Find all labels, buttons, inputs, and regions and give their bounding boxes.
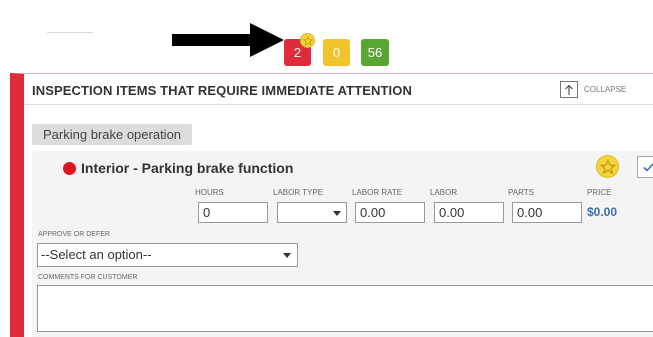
select-item-checkbox[interactable] — [637, 156, 653, 178]
item-title: Interior - Parking brake function — [81, 160, 294, 176]
warning-count-badge[interactable]: 0 — [323, 39, 350, 66]
labor-type-select[interactable] — [277, 202, 347, 223]
favorite-star-button[interactable] — [596, 155, 619, 178]
parts-label: PARTS — [508, 188, 534, 197]
approve-defer-value: --Select an option-- — [41, 247, 152, 262]
labor-type-label: LABOR TYPE — [273, 188, 324, 197]
chevron-down-icon — [333, 211, 341, 216]
collapse-button[interactable]: COLLAPSE — [560, 81, 626, 98]
price-label: PRICE — [587, 188, 612, 197]
price-value: $0.00 — [587, 205, 618, 219]
chevron-down-icon — [283, 253, 291, 258]
checkmark-icon — [642, 162, 653, 172]
approve-defer-select[interactable]: --Select an option-- — [37, 243, 298, 267]
labor-rate-input[interactable]: 0.00 — [355, 202, 425, 223]
group-label: Parking brake operation — [32, 124, 193, 145]
panel-title: INSPECTION ITEMS THAT REQUIRE IMMEDIATE … — [32, 83, 412, 98]
star-icon — [300, 33, 315, 48]
hours-input[interactable]: 0 — [198, 202, 268, 223]
annotation-arrow-icon — [172, 23, 284, 57]
labor-label: LABOR — [430, 188, 458, 197]
inspection-item-card: Interior - Parking brake function HOURS … — [32, 151, 653, 337]
comments-label: COMMENTS FOR CUSTOMER — [38, 274, 138, 281]
labor-input[interactable]: 0.00 — [434, 202, 504, 223]
hours-label: HOURS — [195, 188, 224, 197]
parts-input[interactable]: 0.00 — [512, 202, 582, 223]
collapse-label: COLLAPSE — [584, 85, 627, 94]
approve-defer-label: APPROVE OR DEFER — [38, 231, 110, 238]
labor-rate-label: LABOR RATE — [352, 188, 403, 197]
star-icon — [599, 158, 616, 174]
immediate-attention-panel: INSPECTION ITEMS THAT REQUIRE IMMEDIATE … — [10, 73, 653, 337]
top-divider — [47, 32, 93, 33]
arrow-up-icon — [560, 81, 578, 98]
ok-count-badge[interactable]: 56 — [361, 39, 389, 66]
comments-textarea[interactable] — [37, 285, 653, 332]
panel-header: INSPECTION ITEMS THAT REQUIRE IMMEDIATE … — [24, 74, 653, 105]
status-indicator — [63, 162, 76, 175]
